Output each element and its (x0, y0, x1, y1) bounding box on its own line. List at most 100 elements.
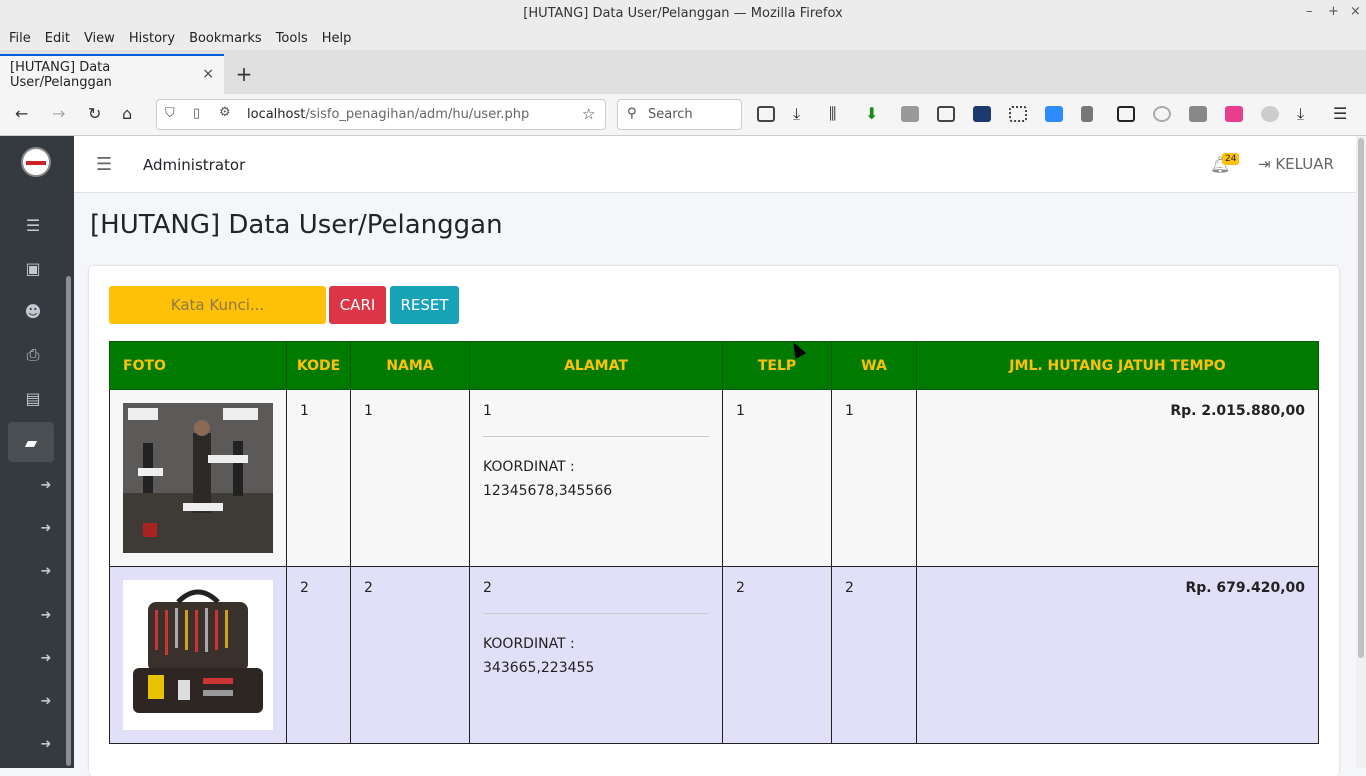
list-icon: ☰ (25, 215, 41, 235)
zoom-extension-icon[interactable] (1045, 106, 1063, 122)
koordinat-block: KOORDINAT : 343665,223455 (483, 613, 709, 680)
shield-icon[interactable]: ⛉ (165, 106, 175, 121)
url-host: localhost (247, 107, 306, 122)
cell-nama: 2 (350, 566, 470, 744)
table-row: 1 1 1 KOORDINAT : 12345678,345566 1 1 Rp… (109, 389, 1319, 567)
browser-tab[interactable]: [HUTANG] Data User/Pelanggan × (0, 54, 224, 94)
qr-extension-icon[interactable] (1117, 106, 1135, 122)
menu-view[interactable]: View (77, 31, 122, 46)
table-row: 2 2 2 KOORDINAT : 343665,223455 2 2 Rp. … (109, 566, 1319, 744)
cell-wa: 1 (831, 389, 917, 567)
briefcase-icon: ▣ (25, 258, 41, 278)
menu-edit[interactable]: Edit (38, 31, 77, 46)
koordinat-label: KOORDINAT : (483, 459, 575, 475)
extension-icon-5[interactable] (1261, 106, 1279, 122)
new-tab-icon[interactable]: + (224, 54, 264, 94)
logout-label: KELUAR (1275, 155, 1334, 173)
cell-kode: 2 (286, 566, 351, 744)
maximize-icon[interactable]: + (1328, 4, 1339, 19)
sidebar-item-money[interactable]: ▤ (0, 378, 66, 418)
cell-foto (109, 389, 287, 567)
cell-foto (109, 566, 287, 744)
hamburger-menu-icon[interactable]: ☰ (96, 154, 112, 175)
globe-extension-icon[interactable] (1153, 106, 1171, 122)
keyword-input[interactable] (109, 286, 326, 324)
th-hutang: JML. HUTANG JATUH TEMPO (916, 341, 1319, 390)
cell-telp: 2 (722, 566, 832, 744)
extension-icon-4[interactable] (1189, 106, 1207, 122)
sidebar-subitem-2[interactable]: ➜ (36, 518, 56, 538)
search-button[interactable]: CARI (329, 286, 386, 324)
cell-alamat: 2 KOORDINAT : 343665,223455 (469, 566, 723, 744)
home-icon[interactable]: ⌂ (122, 104, 132, 123)
sidebar-scrollbar[interactable] (66, 276, 71, 766)
sidebar-subitem-3[interactable]: ➜ (36, 561, 56, 581)
sidebar-item-briefcase[interactable]: ▣ (0, 248, 66, 288)
url-bar[interactable]: ⛉ ▯ ⚙ localhost/sisfo_penagihan/adm/hu/u… (156, 99, 606, 130)
sidebar-subitem-4[interactable]: ➜ (36, 605, 56, 625)
content-scrollbar[interactable] (1356, 136, 1366, 768)
downloads-icon[interactable]: ⤓ (793, 104, 800, 124)
customer-photo (123, 580, 273, 730)
bookmark-star-icon[interactable]: ☆ (582, 105, 595, 123)
sidebar-item-print[interactable]: ⎙ (0, 335, 66, 375)
permissions-icon[interactable]: ⚙ (219, 105, 231, 120)
sidebar-item-users[interactable]: ☻ (0, 291, 66, 331)
reset-button[interactable]: RESET (390, 286, 459, 324)
th-nama: NAMA (350, 341, 470, 390)
cell-wa: 2 (831, 566, 917, 744)
extension-icon-2[interactable] (973, 106, 991, 122)
url-text: localhost/sisfo_penagihan/adm/hu/user.ph… (247, 107, 529, 122)
forward-icon[interactable]: → (52, 104, 65, 123)
window-titlebar: [HUTANG] Data User/Pelanggan — Mozilla F… (0, 0, 1366, 26)
sidebar-subitem-6[interactable]: ➜ (36, 691, 56, 711)
minimize-icon[interactable]: – (1306, 4, 1313, 19)
scroll-thumb[interactable] (1358, 138, 1364, 658)
menu-bookmarks[interactable]: Bookmarks (182, 31, 269, 46)
book-icon: ▰ (24, 432, 38, 452)
logout-link[interactable]: ⇥ KELUAR (1258, 155, 1334, 173)
sidebar-subitem-7[interactable]: ➜ (36, 734, 56, 754)
koordinat-value: 343665,223455 (483, 660, 595, 676)
users-icon: ☻ (24, 301, 42, 321)
sidebar-subitem-5[interactable]: ➜ (36, 648, 56, 668)
th-foto: FOTO (109, 341, 287, 390)
lock-extension-icon[interactable] (1081, 106, 1093, 122)
koordinat-label: KOORDINAT : (483, 636, 575, 652)
colorful-extension-icon[interactable] (1225, 106, 1243, 122)
menu-help[interactable]: Help (315, 31, 359, 46)
back-icon[interactable]: ← (15, 104, 28, 123)
sidebar-item-dashboard[interactable]: ☰ (0, 205, 66, 245)
extension-icon-1[interactable] (901, 106, 919, 122)
reload-icon[interactable]: ↻ (88, 104, 101, 123)
cell-kode: 1 (286, 389, 351, 567)
table-header-row: FOTO KODE NAMA ALAMAT TELP WA JML. HUTAN… (109, 341, 1319, 390)
menu-history[interactable]: History (122, 31, 182, 46)
close-window-icon[interactable]: × (1350, 4, 1361, 19)
sidebar-subitem-1[interactable]: ➜ (36, 475, 56, 495)
save-download-icon[interactable]: ⤓ (1297, 104, 1304, 124)
close-tab-icon[interactable]: × (202, 66, 214, 82)
th-kode: KODE (286, 341, 351, 390)
th-alamat: ALAMAT (469, 341, 723, 390)
menu-bar: File Edit View History Bookmarks Tools H… (0, 26, 1366, 50)
th-wa: WA (831, 341, 917, 390)
pocket-icon[interactable] (757, 106, 775, 122)
user-label: Administrator (143, 156, 246, 174)
menu-tools[interactable]: Tools (269, 31, 315, 46)
menu-file[interactable]: File (2, 31, 38, 46)
brand-logo[interactable] (21, 147, 51, 177)
top-navbar: ☰ Administrator 🔔︎ 24 ⇥ KELUAR (74, 136, 1356, 193)
th-telp: TELP (722, 341, 832, 390)
page-icon: ▯ (193, 106, 201, 121)
nav-toolbar: ← → ↻ ⌂ ⛉ ▯ ⚙ localhost/sisfo_penagihan/… (0, 94, 1366, 136)
green-download-extension-icon[interactable]: ⬇ (865, 104, 878, 123)
extension-icon-3[interactable] (1009, 106, 1027, 122)
reader-icon[interactable] (937, 106, 955, 122)
search-input[interactable]: ⚲ Search (617, 99, 742, 130)
sidebar-item-book[interactable]: ▰ (8, 422, 54, 462)
notification-badge: 24 (1222, 153, 1240, 165)
tab-label: [HUTANG] Data User/Pelanggan (10, 60, 112, 90)
app-menu-icon[interactable]: ☰ (1333, 104, 1347, 123)
library-icon[interactable]: ⫼ (829, 104, 836, 124)
